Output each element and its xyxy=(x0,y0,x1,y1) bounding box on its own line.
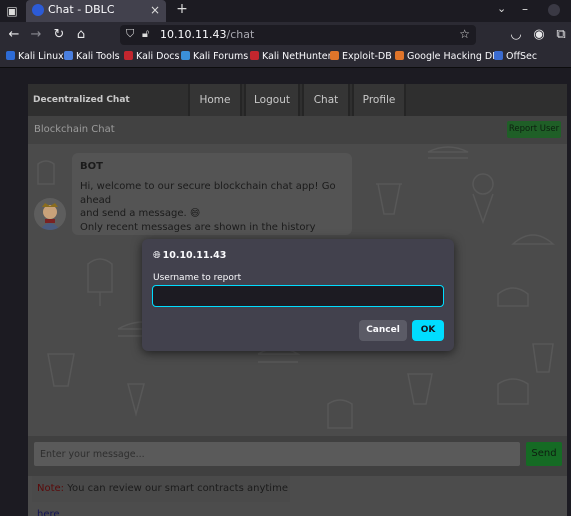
window-menu-icon[interactable]: ▣ xyxy=(4,3,20,19)
bookmark-kali-linux[interactable]: Kali Linux xyxy=(6,51,64,62)
offsec-icon xyxy=(494,51,503,60)
message-text: Hi, welcome to our secure blockchain cha… xyxy=(80,180,344,234)
tab-title: Chat - DBLC xyxy=(48,3,115,16)
tab-favicon-icon xyxy=(32,4,44,16)
message-sender: BOT xyxy=(80,161,103,172)
report-user-button[interactable]: Report User xyxy=(507,121,561,138)
bookmark-kali-forums[interactable]: Kali Forums xyxy=(181,51,248,62)
url-bar[interactable]: ⛉ 🔓︎ 10.10.11.43/chat ☆ xyxy=(120,25,476,45)
section-title: Blockchain Chat xyxy=(34,124,115,135)
bookmark-kali-tools[interactable]: Kali Tools xyxy=(64,51,120,62)
browser-toolbar: ← → ↻ ⌂ ⛉ 🔓︎ 10.10.11.43/chat ☆ ◡ ◉ ⧉ xyxy=(0,22,571,48)
bot-avatar-icon xyxy=(40,203,60,230)
bot-message-bubble: BOT Hi, welcome to our secure blockchain… xyxy=(72,153,352,235)
url-text[interactable]: 10.10.11.43/chat xyxy=(160,28,254,41)
message-input[interactable] xyxy=(34,442,520,466)
list-tabs-chevron-icon[interactable]: ⌄ xyxy=(497,2,506,15)
bot-avatar xyxy=(34,198,66,230)
kali-forums-icon xyxy=(181,51,190,60)
kali-docs-icon xyxy=(124,51,133,60)
new-tab-button[interactable]: + xyxy=(174,1,190,17)
nav-chat[interactable]: Chat xyxy=(302,84,350,116)
report-user-prompt-dialog: 🌐︎ 10.10.11.43 Username to report Cancel … xyxy=(142,239,454,351)
app-navbar: Decentralized Chat Home Logout Chat Prof… xyxy=(28,84,567,116)
kali-tools-icon xyxy=(64,51,73,60)
window-control-icon[interactable] xyxy=(548,4,560,16)
bookmark-google-hacking-db[interactable]: Google Hacking DB xyxy=(395,51,499,62)
bookmark-exploit-db[interactable]: Exploit-DB xyxy=(330,51,392,62)
message-line: Only recent messages are shown in the hi… xyxy=(80,221,316,233)
browser-tab-bar: ▣ Chat - DBLC × + ⌄ – xyxy=(0,0,571,22)
dialog-origin: 🌐︎ 10.10.11.43 xyxy=(153,250,227,261)
note-label: Note: xyxy=(37,483,65,494)
insecure-lock-icon[interactable]: 🔓︎ xyxy=(142,27,149,41)
contracts-note: Note: You can review our smart contracts… xyxy=(32,476,290,516)
bookmark-star-icon[interactable]: ☆ xyxy=(459,27,470,41)
browser-tab[interactable]: Chat - DBLC × xyxy=(26,0,166,22)
shield-icon[interactable]: ⛉ xyxy=(126,27,134,41)
message-line: Hi, welcome to our secure blockchain cha… xyxy=(80,181,336,206)
extensions-icon[interactable]: ⧉ xyxy=(553,26,569,44)
home-icon[interactable]: ⌂ xyxy=(73,26,89,44)
bookmark-offsec[interactable]: OffSec xyxy=(494,51,537,62)
kali-dragon-icon xyxy=(6,51,15,60)
ok-button[interactable]: OK xyxy=(412,320,444,341)
bookmark-kali-docs[interactable]: Kali Docs xyxy=(124,51,179,62)
reload-icon[interactable]: ↻ xyxy=(51,26,67,44)
send-button[interactable]: Send xyxy=(526,442,562,466)
message-line: and send a message. 😄 xyxy=(80,208,201,219)
chat-header: Blockchain Chat Report User xyxy=(28,116,567,144)
dialog-label: Username to report xyxy=(153,273,242,283)
ghdb-icon xyxy=(395,51,404,60)
back-arrow-icon[interactable]: ← xyxy=(6,26,22,44)
cancel-button[interactable]: Cancel xyxy=(359,320,407,341)
nav-home[interactable]: Home xyxy=(188,84,242,116)
kali-nethunter-icon xyxy=(250,51,259,60)
message-input-row: Send xyxy=(28,436,567,476)
bookmark-kali-nethunter[interactable]: Kali NetHunter xyxy=(250,51,332,62)
exploit-db-icon xyxy=(330,51,339,60)
account-icon[interactable]: ◉ xyxy=(531,26,547,44)
bookmarks-toolbar: Kali Linux Kali Tools Kali Docs Kali For… xyxy=(0,48,571,68)
app-brand[interactable]: Decentralized Chat xyxy=(33,95,130,105)
globe-icon: 🌐︎ xyxy=(153,250,161,261)
username-input[interactable] xyxy=(152,285,444,307)
contracts-link[interactable]: here xyxy=(37,509,60,516)
forward-arrow-icon[interactable]: → xyxy=(28,26,44,44)
minimize-window-icon[interactable]: – xyxy=(522,2,528,16)
nav-logout[interactable]: Logout xyxy=(244,84,300,116)
note-text: You can review our smart contracts anyti… xyxy=(64,483,288,494)
pocket-icon[interactable]: ◡ xyxy=(508,26,524,44)
nav-profile[interactable]: Profile xyxy=(352,84,406,116)
tab-close-icon[interactable]: × xyxy=(150,0,160,20)
